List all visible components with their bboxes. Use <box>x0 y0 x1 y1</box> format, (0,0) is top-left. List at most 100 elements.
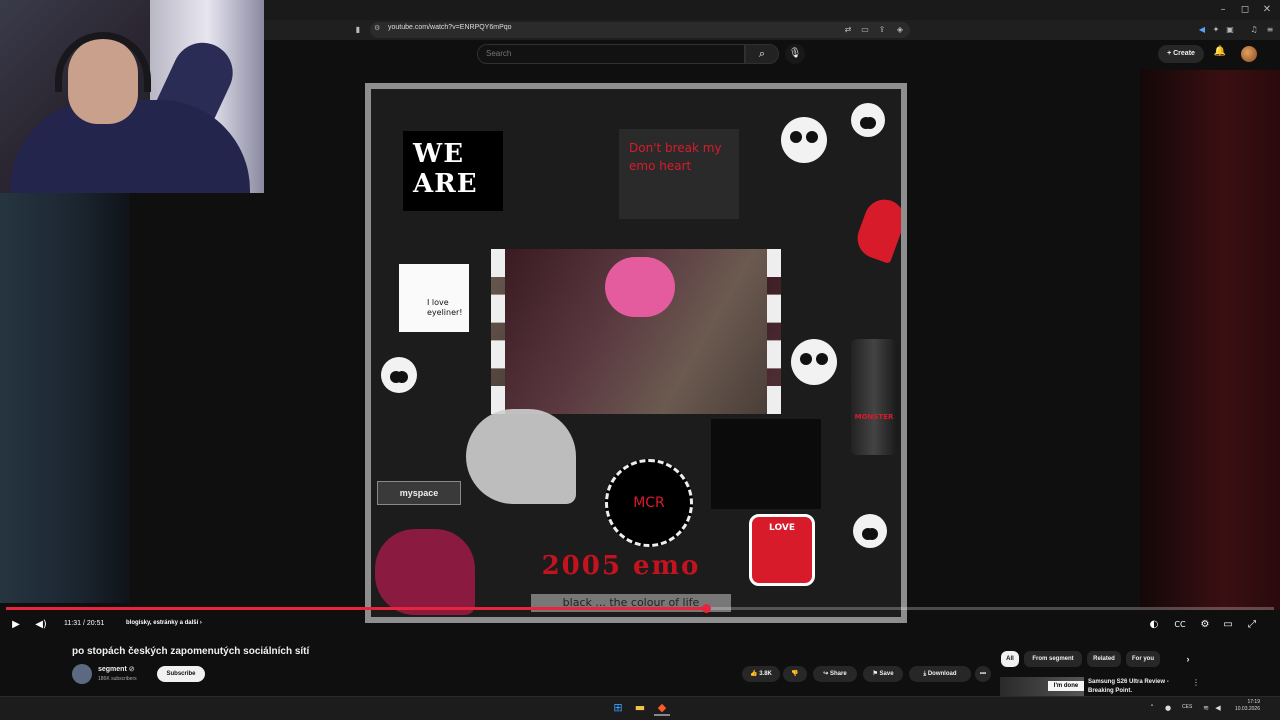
video-title: po stopách českých zapomenutých sociální… <box>72 646 310 657</box>
music-icon[interactable]: ♫ <box>1248 24 1260 36</box>
search-box[interactable] <box>477 44 745 64</box>
start-icon[interactable]: ⊞ <box>610 700 626 716</box>
bookmark-icon: ⚑ <box>872 671 880 677</box>
mic-icon: 🎙 <box>788 48 802 59</box>
chevron-right-icon[interactable]: › <box>1179 651 1197 667</box>
share-button[interactable]: ↪ Share <box>813 666 857 682</box>
brave-browser-icon[interactable]: ◆ <box>654 700 670 716</box>
save-label: Save <box>879 671 894 677</box>
angel-skull-icon <box>381 357 417 393</box>
share-label: Share <box>830 671 847 677</box>
theater-icon[interactable]: ▭ <box>1221 618 1235 632</box>
autoplay-toggle[interactable]: ◐ <box>1148 618 1160 632</box>
create-button[interactable]: + Create <box>1158 45 1204 63</box>
chapter-label[interactable]: blogísky, estránky a další › <box>126 620 202 626</box>
search-input[interactable] <box>486 49 706 58</box>
brave-shield-icon[interactable]: ◈ <box>894 24 906 36</box>
share-icon: ↪ <box>823 671 830 677</box>
share-page-icon[interactable]: ⇪ <box>876 24 888 36</box>
captions-icon[interactable]: CC <box>1173 618 1187 632</box>
clock[interactable]: 17:19 10.03.2026 <box>1230 699 1260 713</box>
we-are-tile: WE ARE <box>403 131 503 211</box>
bookmark-icon[interactable]: ▮ <box>352 24 364 36</box>
more-actions-button[interactable]: ••• <box>975 666 991 682</box>
bell-icon: 🔔 <box>1213 46 1227 57</box>
scrubber-handle[interactable] <box>701 604 711 613</box>
search-button[interactable]: ⌕ <box>745 44 779 64</box>
site-info-icon[interactable]: ⚙ <box>374 24 380 32</box>
thumbnail-text: I'm done <box>1048 681 1084 691</box>
verified-icon: ⊘ <box>128 666 135 673</box>
emo-2005-text: 2005 emo <box>541 551 701 581</box>
account-avatar[interactable] <box>1241 46 1257 62</box>
create-label: Create <box>1173 50 1195 57</box>
skull-icon <box>781 117 827 163</box>
settings-icon[interactable]: ⚙ <box>1198 618 1212 632</box>
volume-tray-icon[interactable]: ◀ <box>1210 700 1226 716</box>
clock-date: 10.03.2026 <box>1234 706 1260 712</box>
input-language[interactable]: CES <box>1182 704 1192 710</box>
notifications-button[interactable]: 🔔 <box>1212 46 1228 62</box>
menu-icon[interactable]: ≡ <box>1264 24 1276 36</box>
audio-icon[interactable]: ◀ <box>1196 24 1208 36</box>
wallet-icon[interactable]: ▣ <box>1224 24 1236 36</box>
maximize-icon[interactable]: ◻ <box>1238 3 1252 17</box>
url-text: youtube.com/watch?v=ENRPQY6mPqo <box>388 24 512 31</box>
emo-photo <box>491 249 781 414</box>
voice-search-button[interactable]: 🎙 <box>785 44 805 64</box>
tray-chevron-icon[interactable]: ˄ <box>1144 700 1160 716</box>
chapter-text: blogísky, estránky a další <box>126 620 199 626</box>
chip-all[interactable]: All <box>1001 651 1019 667</box>
monster-can: MONSTER <box>851 339 897 455</box>
save-button[interactable]: ⚑ Save <box>863 666 903 682</box>
headset-icon <box>55 32 151 92</box>
download-label: Download <box>927 671 957 677</box>
webcam-overlay <box>0 0 264 193</box>
love-skull-tile: LOVE <box>749 514 815 586</box>
angel-skull-icon <box>853 514 887 548</box>
screen-icon[interactable]: ▭ <box>859 24 871 36</box>
chip-from-segment[interactable]: From segment <box>1024 651 1082 667</box>
like-button[interactable]: 👍 3.8K <box>742 666 780 682</box>
mic-tray-icon[interactable]: ● <box>1160 700 1176 716</box>
skull-icon <box>791 339 837 385</box>
thumbs-up-icon: 👍 <box>750 671 760 677</box>
gray-heart-icon <box>466 409 576 504</box>
skull-icon <box>851 103 885 137</box>
translate-icon[interactable]: ⇄ <box>842 24 854 36</box>
minimize-icon[interactable]: – <box>1216 3 1230 17</box>
channel-name[interactable]: segment ⊘ <box>98 665 135 673</box>
close-icon[interactable]: ✕ <box>1260 3 1274 17</box>
ambient-glow-left <box>0 193 130 603</box>
subscribe-button[interactable]: Subscribe <box>157 666 205 682</box>
eyeliner-tile: I love eyeliner! <box>399 264 469 332</box>
broken-heart-icon <box>375 529 475 615</box>
channel-avatar[interactable] <box>72 664 92 684</box>
subscriber-count: 186K subscribers <box>98 676 137 682</box>
chip-for-you[interactable]: For you <box>1126 651 1160 667</box>
search-icon: ⌕ <box>758 47 766 60</box>
fullscreen-icon[interactable]: ⤢ <box>1245 618 1259 632</box>
address-bar[interactable]: ⚙ youtube.com/watch?v=ENRPQY6mPqo <box>370 22 910 38</box>
progress-fill <box>6 607 706 610</box>
ambient-glow-right <box>1140 70 1280 610</box>
time-display: 11:31 / 20:51 <box>64 620 105 627</box>
recommendation-title[interactable]: Samsung S26 Ultra Review - Breaking Poin… <box>1088 678 1188 696</box>
volume-icon[interactable]: ◀) <box>34 618 48 632</box>
extensions-icon[interactable]: ✦ <box>1210 24 1222 36</box>
like-count: 3.8K <box>759 671 772 677</box>
mcr-logo: MCR <box>605 459 693 547</box>
red-heart-icon <box>851 193 901 265</box>
file-explorer-icon[interactable]: ▬ <box>632 700 648 716</box>
play-icon[interactable]: ▶ <box>10 618 22 632</box>
video-frame[interactable]: WE ARE Don't break my emo heart I love e… <box>365 83 907 623</box>
emo-heart-note: Don't break my emo heart <box>619 129 739 219</box>
dislike-button[interactable]: 👎 <box>783 666 807 682</box>
download-button[interactable]: ⤓ Download <box>909 666 971 682</box>
pink-hair <box>605 257 675 317</box>
clock-time: 17:19 <box>1247 699 1260 705</box>
more-vert-icon[interactable]: ⋮ <box>1192 678 1200 687</box>
chip-related[interactable]: Related <box>1087 651 1121 667</box>
emo-hair-tile <box>711 419 821 509</box>
channel-name-text: segment <box>98 666 127 673</box>
